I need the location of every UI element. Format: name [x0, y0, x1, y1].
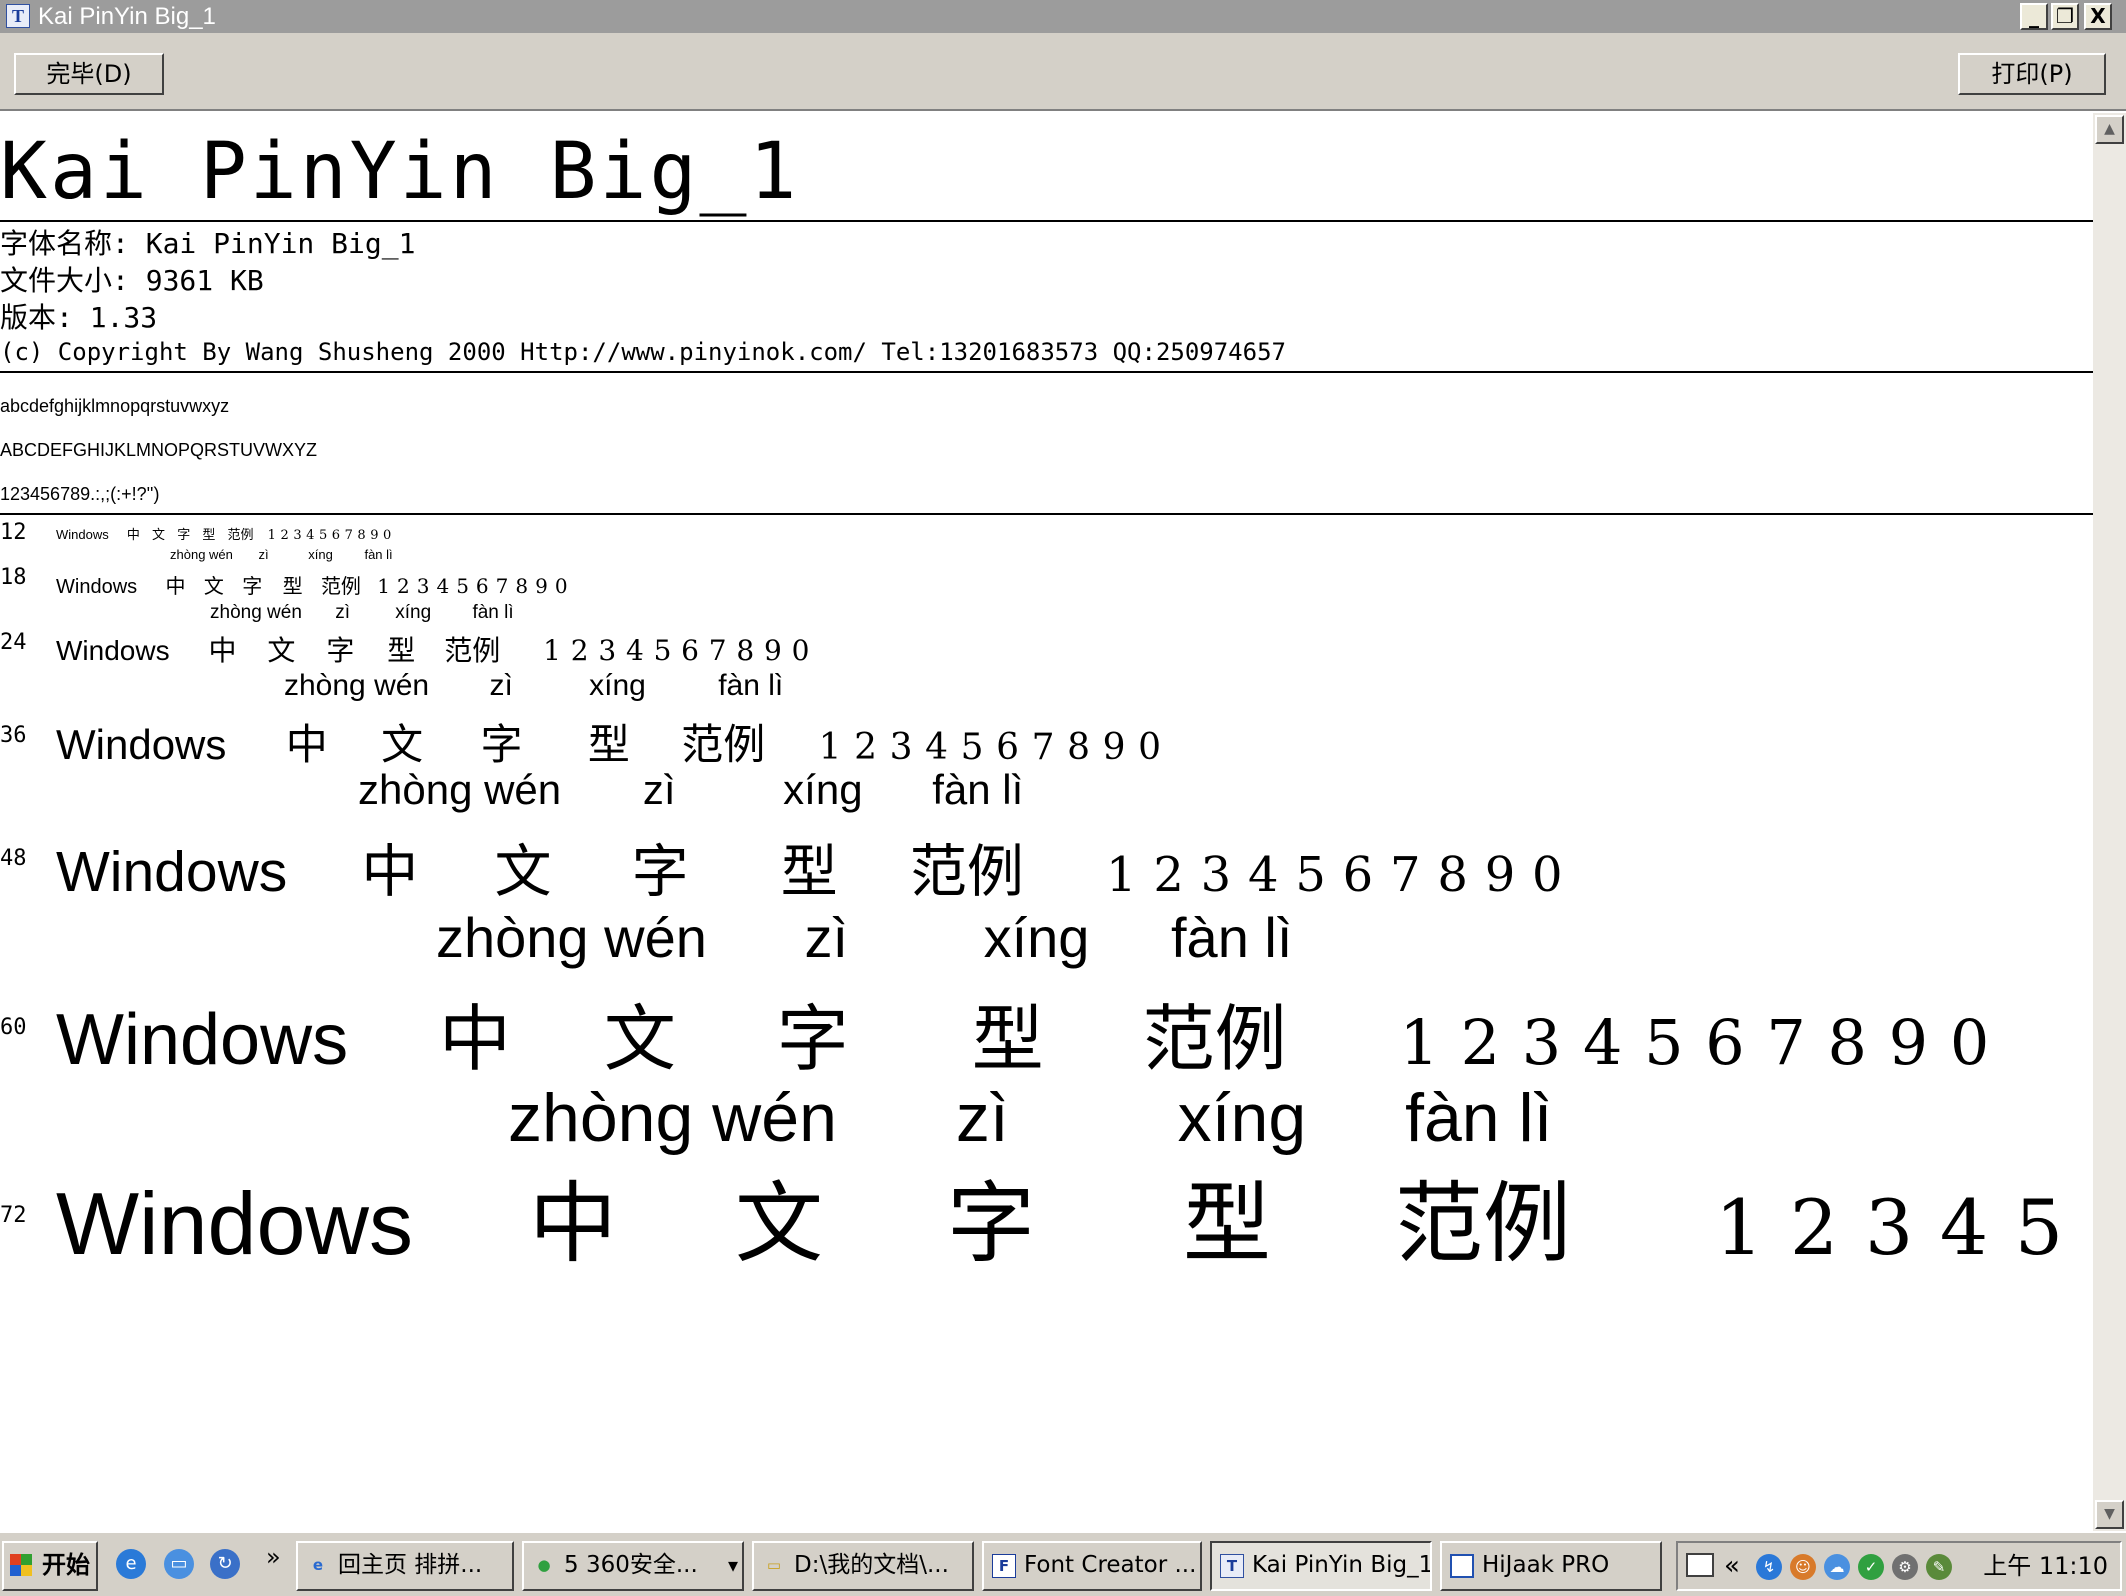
copyright-line: (c) Copyright By Wang Shusheng 2000 Http… — [0, 338, 1286, 366]
sample-latin: Windows — [56, 1174, 413, 1273]
size-label-60: 60 — [0, 1015, 27, 1040]
desktop-icon[interactable]: ▭ — [164, 1549, 194, 1579]
folder-icon: ▭ — [766, 1556, 782, 1574]
pinyin-row-48: zhòng wén zì xíng fàn lì — [436, 906, 1293, 969]
toolbar: 完毕(D) 打印(P) — [0, 33, 2126, 111]
size-label-48: 48 — [0, 846, 27, 871]
divider — [0, 220, 2093, 222]
shield-icon[interactable]: ✓ — [1858, 1554, 1884, 1580]
pinyin-row-12: zhòng wén zì xíng fàn lì — [170, 547, 393, 562]
vertical-scrollbar[interactable]: ▲ ▼ — [2093, 113, 2126, 1531]
font-preview-area: Kai PinYin Big_1 字体名称: Kai PinYin Big_1 … — [0, 113, 2093, 1531]
sample-latin: Windows — [56, 721, 227, 768]
print-button[interactable]: 打印(P) — [1958, 53, 2106, 95]
sample-row-36: Windows 中 文 字 型 范例 1234567890 — [56, 720, 1174, 769]
360-icon: ● — [537, 1556, 551, 1574]
digits-charset: 123456789.:,;(:+!?'') — [0, 484, 160, 504]
font-name-line: 字体名称: Kai PinYin Big_1 — [0, 227, 416, 260]
connection-icon[interactable]: ✎ — [1926, 1554, 1952, 1580]
ie-icon[interactable]: e — [116, 1549, 146, 1579]
font-viewer-icon: T — [1220, 1554, 1244, 1578]
pinyin-row-18: zhòng wén zì xíng fàn lì — [210, 602, 514, 623]
system-tray: « ↯ ☺ ☁ ✓ ⚙ ✎ 上午 11:10 — [1676, 1541, 2122, 1591]
file-size-line: 文件大小: 9361 KB — [0, 264, 264, 297]
uppercase-charset: ABCDEFGHIJKLMNOPQRSTUVWXYZ — [0, 440, 318, 460]
size-label-18: 18 — [0, 565, 27, 590]
font-viewer-icon: T — [6, 4, 30, 28]
pinyin-row-60: zhòng wén zì xíng fàn lì — [508, 1080, 1553, 1156]
start-label: 开始 — [42, 1551, 90, 1579]
task-button-homepage[interactable]: e 回主页 排拼... — [296, 1541, 514, 1591]
size-label-24: 24 — [0, 630, 27, 655]
restore-button[interactable]: ❐ — [2051, 3, 2079, 30]
sample-latin: Windows — [56, 635, 170, 666]
task-button-hijaak[interactable]: HiJaak PRO — [1440, 1541, 1662, 1591]
scroll-up-button[interactable]: ▲ — [2095, 115, 2124, 144]
start-button[interactable]: 开始 — [2, 1541, 98, 1591]
task-button-font-creator[interactable]: F Font Creator ... — [982, 1541, 1202, 1591]
sample-latin: Windows — [56, 576, 138, 598]
task-button-my-documents[interactable]: ▭ D:\我的文档\... — [752, 1541, 974, 1591]
title-bar: T Kai PinYin Big_1 _ ❐ X — [0, 0, 2126, 33]
divider — [0, 371, 2093, 373]
windows-logo-icon — [10, 1554, 32, 1576]
font-display-name: Kai PinYin Big_1 — [0, 127, 800, 217]
version-line: 版本: 1.33 — [0, 301, 158, 334]
sample-latin: Windows — [56, 527, 109, 542]
divider — [0, 513, 2093, 515]
sample-latin: Windows — [56, 1000, 349, 1080]
sample-row-18: Windows 中 文 字 型 范例 1234567890 — [56, 574, 575, 598]
pinyin-row-24: zhòng wén zì xíng fàn lì — [284, 669, 784, 702]
task-button-360[interactable]: ● 5 360安全... ▾ — [522, 1541, 744, 1591]
keyboard-icon[interactable] — [1686, 1553, 1714, 1577]
taskbar: 开始 e ▭ ↻ » e 回主页 排拼... ● 5 360安全... ▾ ▭ … — [0, 1531, 2126, 1596]
sample-row-60: Windows 中 文 字 型 范例 1234567890 — [56, 997, 2011, 1081]
lowercase-charset: abcdefghijklmnopqrstuvwxyz — [0, 396, 230, 416]
size-label-72: 72 — [0, 1203, 27, 1228]
sample-row-12: Windows 中 文 字 型 范例 1234567890 — [56, 527, 396, 543]
task-button-kai-pinyin[interactable]: T Kai PinYin Big_1 — [1210, 1541, 1432, 1591]
done-button[interactable]: 完毕(D) — [14, 53, 164, 95]
quick-launch-more[interactable]: » — [266, 1543, 281, 1571]
sample-row-24: Windows 中 文 字 型 范例 1234567890 — [56, 634, 820, 667]
cloud-icon[interactable]: ☁ — [1824, 1554, 1850, 1580]
sample-latin: Windows — [56, 840, 288, 904]
close-button[interactable]: X — [2084, 3, 2112, 30]
settings-icon[interactable]: ⚙ — [1892, 1554, 1918, 1580]
minimize-button[interactable]: _ — [2020, 3, 2048, 30]
font-creator-icon: F — [992, 1554, 1016, 1578]
size-label-36: 36 — [0, 723, 27, 748]
messenger-icon[interactable]: ☺ — [1790, 1554, 1816, 1580]
chevron-down-icon[interactable]: ▾ — [728, 1543, 738, 1587]
hijaak-icon — [1450, 1554, 1474, 1578]
size-label-12: 12 — [0, 520, 27, 545]
scroll-down-button[interactable]: ▼ — [2095, 1500, 2124, 1529]
window-title: Kai PinYin Big_1 — [38, 3, 216, 30]
sample-row-72: Windows 中 文 字 型 范例 1234567890 — [56, 1172, 2093, 1275]
media-icon[interactable]: ↻ — [210, 1549, 240, 1579]
ie-icon: e — [312, 1556, 324, 1574]
pinyin-row-36: zhòng wén zì xíng fàn lì — [358, 766, 1024, 813]
sample-row-48: Windows 中 文 字 型 范例 1234567890 — [56, 839, 1580, 905]
network-icon[interactable]: ↯ — [1756, 1554, 1782, 1580]
tray-expand-button[interactable]: « — [1724, 1543, 1740, 1589]
clock[interactable]: 上午 11:10 — [1983, 1543, 2108, 1589]
